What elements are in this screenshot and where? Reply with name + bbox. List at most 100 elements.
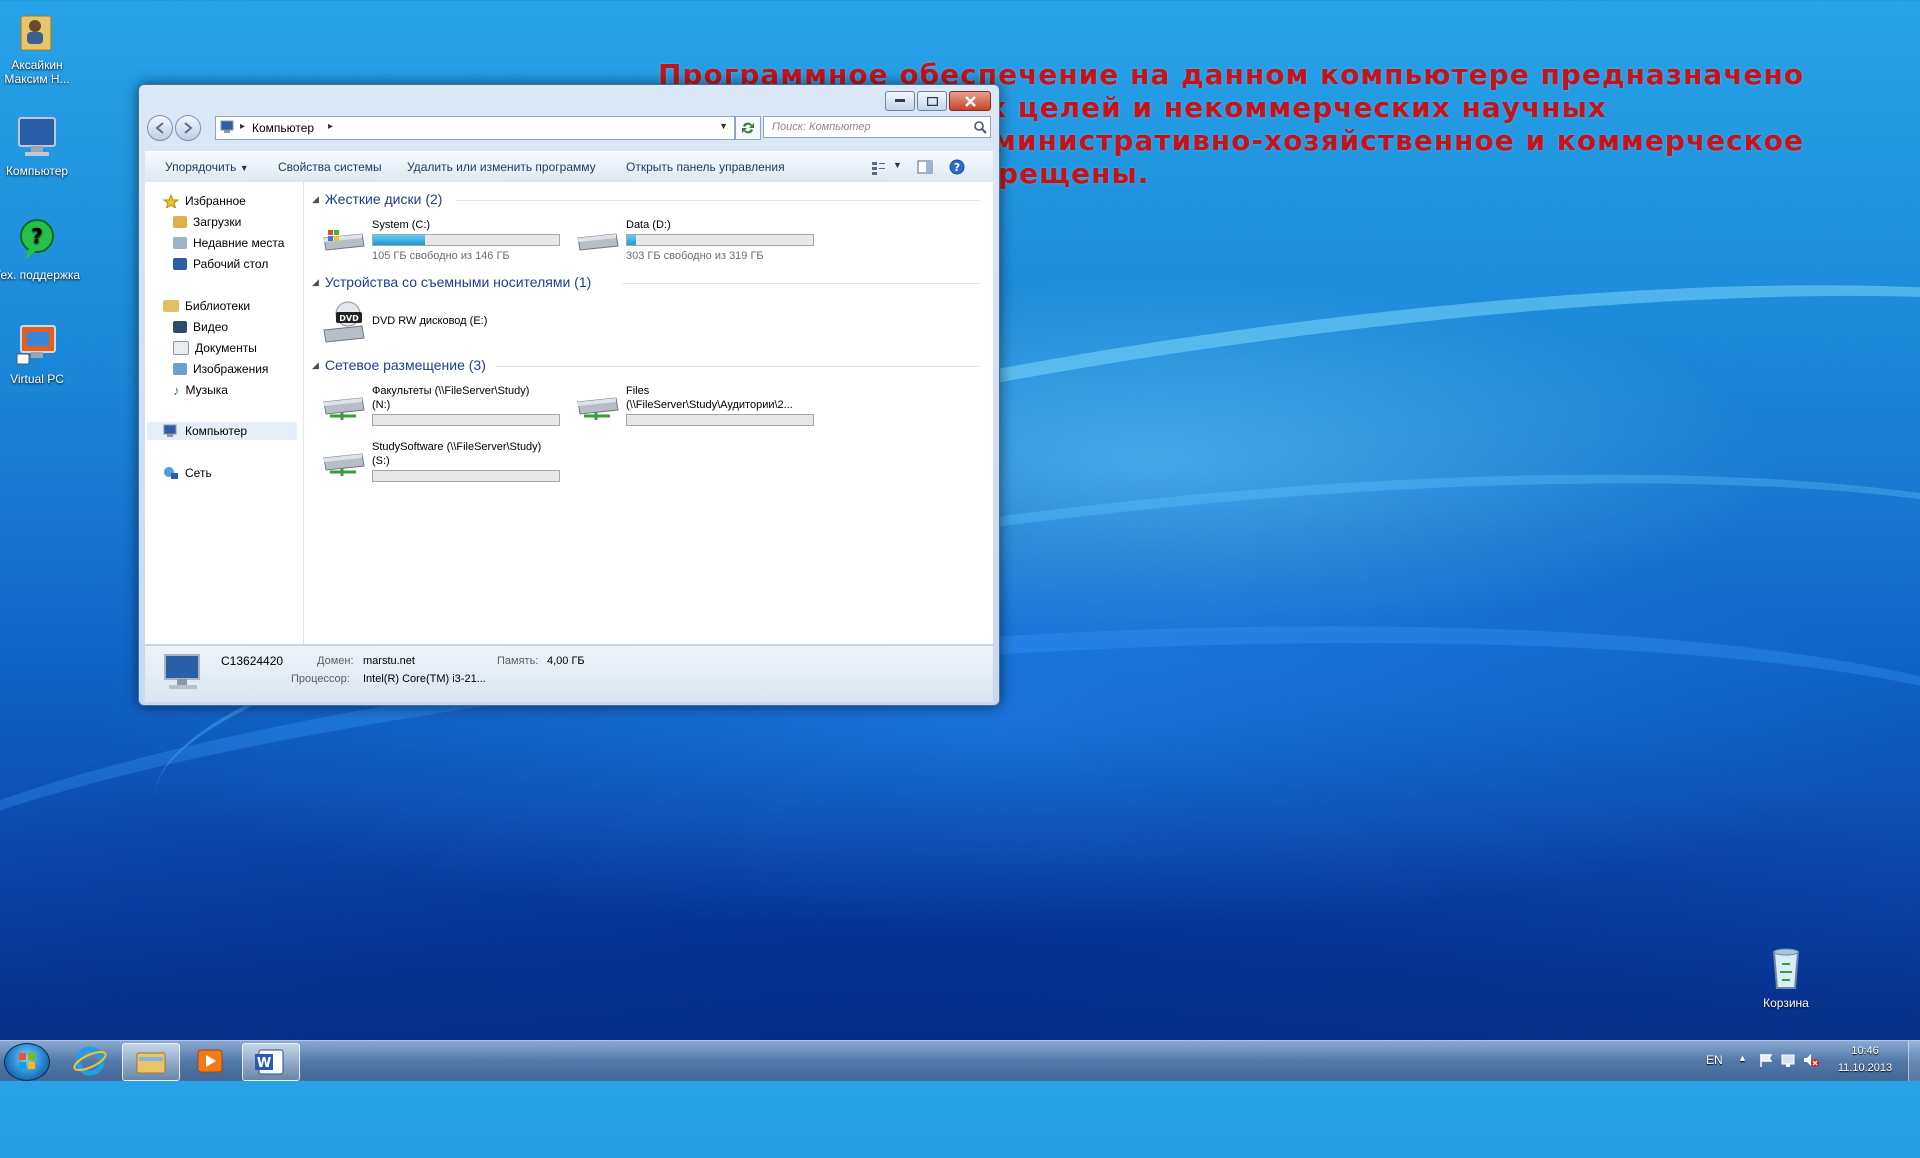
desktop-icon-support[interactable]: ? Тех. поддержка [0,216,82,282]
nav-label: Видео [193,320,229,334]
nav-label: Музыка [185,383,228,397]
drive-free-space: 105 ГБ свободно из 146 ГБ [372,250,510,262]
network-drive-s[interactable]: StudySoftware (\\FileServer\Study) (S:) [320,440,560,490]
clock-date[interactable]: 11.10.2013 [1832,1062,1898,1074]
desktop-icon-label: Virtual PC [10,372,64,386]
show-desktop-button[interactable] [1908,1041,1920,1081]
drive-path: (\\FileServer\Study\Аудитории\2... [626,399,793,411]
collapse-triangle-icon[interactable]: ◢ [312,277,319,288]
nav-item-desktop[interactable]: Рабочий стол [173,255,268,273]
address-bar[interactable]: ▸ Компьютер ▸ ▼ [215,116,735,140]
taskbar-explorer[interactable] [122,1043,180,1081]
command-bar: Упорядочить ▼ Свойства системы Удалить и… [145,151,993,183]
desktop-icon-computer[interactable]: Компьютер [0,112,82,178]
taskbar-media-player[interactable] [182,1043,238,1079]
network-icon [164,467,178,479]
open-control-panel-button[interactable]: Открыть панель управления [626,160,785,174]
drive-item-d[interactable]: Data (D:) 303 ГБ свободно из 319 ГБ [574,218,814,268]
chevron-down-icon: ▼ [239,163,249,173]
network-status-icon[interactable] [1780,1052,1796,1068]
collapse-triangle-icon[interactable]: ◢ [312,194,319,205]
drive-path: Факультеты (\\FileServer\Study) [372,385,530,397]
back-button[interactable] [147,115,173,141]
uninstall-program-button[interactable]: Удалить или изменить программу [407,160,596,174]
group-header-network[interactable]: ◢ Сетевое размещение (3) [312,357,486,373]
search-icon[interactable] [973,120,987,134]
group-header-hard-disks[interactable]: ◢ Жесткие диски (2) [312,191,442,207]
collapse-triangle-icon[interactable]: ◢ [312,360,319,371]
taskbar-internet-explorer[interactable] [62,1043,118,1079]
view-dropdown-icon[interactable]: ▼ [893,160,902,170]
close-button[interactable] [949,91,991,111]
forward-button[interactable] [175,115,201,141]
preview-pane-icon[interactable] [917,160,933,174]
view-options-icon[interactable] [871,161,887,175]
desktop-icon-label: Аксайкин Максим Н... [4,58,70,86]
clock-time[interactable]: 10:46 [1840,1045,1890,1057]
search-input[interactable]: Поиск: Компьютер [763,116,991,138]
language-indicator[interactable]: EN [1706,1053,1723,1067]
network-drive-files[interactable]: Files (\\FileServer\Study\Аудитории\2... [574,384,814,434]
hard-drive-icon [577,233,619,251]
nav-item-music[interactable]: ♪ Музыка [173,381,228,399]
maximize-button[interactable] [917,91,947,111]
breadcrumb[interactable]: Компьютер [252,121,314,135]
drive-name: DVD RW дисковод (E:) [372,315,488,327]
nav-item-recent-places[interactable]: Недавние места [173,234,284,252]
window-controls [883,91,991,111]
explorer-window[interactable]: ▸ Компьютер ▸ ▼ Поиск: Компьютер Упорядо… [138,84,1000,706]
dvd-drive-icon: DVD [323,301,365,343]
forward-arrow-icon [184,122,193,134]
group-separator [622,283,980,284]
domain-label: Домен: [317,655,354,667]
cpu-label: Процессор: [291,673,350,685]
group-title: Устройства со съемными носителями (1) [324,274,592,290]
desktop-icon-recycle-bin[interactable]: Корзина [1741,944,1831,1010]
recent-places-icon [173,237,187,249]
network-drive-icon [577,397,619,420]
address-row: ▸ Компьютер ▸ ▼ Поиск: Компьютер [147,115,991,141]
system-properties-button[interactable]: Свойства системы [278,160,382,174]
drive-letter: (N:) [372,399,391,411]
drive-item-e[interactable]: DVD DVD RW дисковод (E:) [320,300,560,348]
start-button[interactable] [4,1043,50,1081]
details-pane: C13624420 Домен: marstu.net Память: 4,00… [145,645,993,702]
computer-icon [163,424,177,437]
nav-item-computer[interactable]: Компьютер [147,422,297,440]
nav-label: Изображения [193,362,269,376]
minimize-button[interactable] [885,91,915,111]
nav-item-downloads[interactable]: Загрузки [173,213,241,231]
nav-item-documents[interactable]: Документы [173,339,257,357]
breadcrumb-chevron-icon[interactable]: ▸ [328,121,333,132]
windows-drive-icon [323,230,365,251]
explorer-folder-icon [136,1052,166,1074]
star-icon [163,194,179,208]
desktop-icon-label: Тех. поддержка [0,268,81,282]
nav-item-favorites[interactable]: Избранное [163,192,246,210]
breadcrumb-chevron-icon[interactable]: ▸ [240,121,245,132]
nav-item-libraries[interactable]: Библиотеки [163,297,250,315]
refresh-button[interactable] [735,116,761,140]
history-dropdown-icon[interactable]: ▼ [719,121,728,131]
group-header-removable[interactable]: ◢ Устройства со съемными носителями (1) [312,274,591,290]
organize-menu[interactable]: Упорядочить ▼ [165,160,249,174]
group-title: Жесткие диски (2) [324,191,443,207]
help-icon[interactable]: ? [949,159,965,175]
drive-item-c[interactable]: System (C:) 105 ГБ свободно из 146 ГБ [320,218,560,268]
nav-item-images[interactable]: Изображения [173,360,268,378]
taskbar-word[interactable]: W [242,1043,300,1081]
drive-name: StudySoftware (\\FileServer\Study) (S:) [372,440,572,468]
drive-name: Files (\\FileServer\Study\Аудитории\2... [626,384,826,412]
nav-item-network[interactable]: Сеть [163,464,212,482]
help-icon: ? [13,216,61,264]
volume-muted-icon[interactable] [1802,1052,1820,1068]
action-center-flag-icon[interactable] [1758,1052,1774,1068]
computer-icon [164,654,200,689]
network-drive-n[interactable]: Факультеты (\\FileServer\Study) (N:) [320,384,560,434]
desktop-icon-virtual-pc[interactable]: Virtual PC [0,320,82,386]
nav-item-video[interactable]: Видео [173,318,228,336]
desktop-icon-user-folder[interactable]: Аксайкин Максим Н... [0,6,82,86]
drive-usage-fill [627,235,637,245]
computer-name: C13624420 [221,654,284,668]
show-hidden-icons-icon[interactable]: ▲ [1738,1053,1747,1063]
